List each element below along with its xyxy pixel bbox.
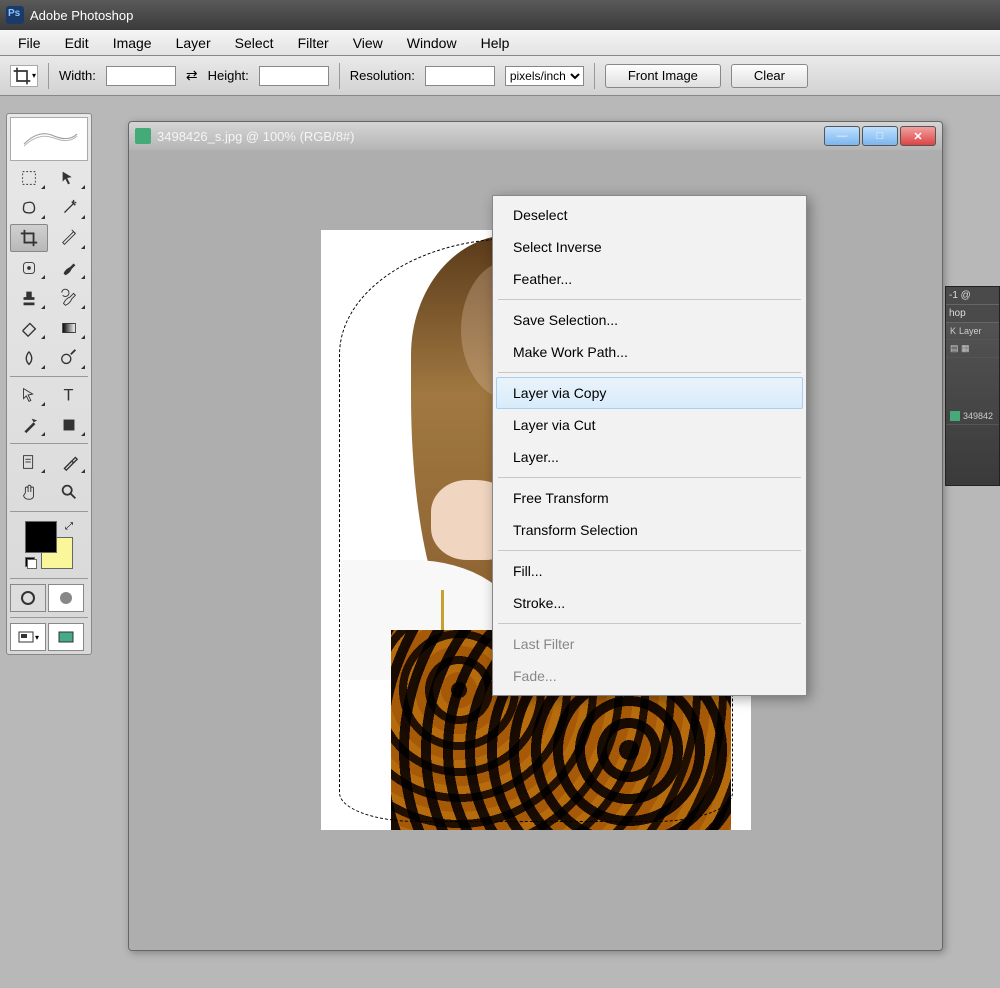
panel-icons[interactable]: ▤ ▦ xyxy=(946,340,999,358)
context-item-layer-via-copy[interactable]: Layer via Copy xyxy=(496,377,803,409)
default-colors-icon[interactable] xyxy=(25,557,37,569)
tool-panel: T ⤢ ▾ xyxy=(6,113,92,655)
context-item-layer[interactable]: Layer... xyxy=(496,441,803,473)
tool-dodge[interactable] xyxy=(50,344,88,372)
crop-tool-icon[interactable]: ▾ xyxy=(10,65,38,87)
tool-hand[interactable] xyxy=(10,478,48,506)
panel-tab[interactable]: -1 @ xyxy=(946,287,999,305)
context-item-fade: Fade... xyxy=(496,660,803,692)
context-menu: DeselectSelect InverseFeather... Save Sel… xyxy=(492,195,807,696)
swap-colors-icon[interactable]: ⤢ xyxy=(65,521,73,532)
resolution-input[interactable] xyxy=(425,66,495,86)
swap-dimensions-icon[interactable]: ⇄ xyxy=(186,67,198,84)
tool-healing[interactable] xyxy=(10,254,48,282)
imageready-button[interactable] xyxy=(48,623,84,651)
menu-separator xyxy=(498,299,801,300)
menu-select[interactable]: Select xyxy=(223,32,286,54)
tool-notes[interactable] xyxy=(10,448,48,476)
file-icon xyxy=(950,411,960,421)
divider xyxy=(10,578,88,579)
context-item-fill[interactable]: Fill... xyxy=(496,555,803,587)
quickmask-mode-button[interactable] xyxy=(48,584,84,612)
tool-brush[interactable] xyxy=(50,254,88,282)
standard-mode-button[interactable] xyxy=(10,584,46,612)
tool-type[interactable]: T xyxy=(50,381,88,409)
resolution-label: Resolution: xyxy=(350,68,415,83)
menu-view[interactable]: View xyxy=(341,32,395,54)
context-item-free-transform[interactable]: Free Transform xyxy=(496,482,803,514)
menu-separator xyxy=(498,477,801,478)
clear-button[interactable]: Clear xyxy=(731,64,808,88)
tool-magic-wand[interactable] xyxy=(50,194,88,222)
divider xyxy=(10,443,88,444)
menu-layer[interactable]: Layer xyxy=(164,32,223,54)
tool-history-brush[interactable] xyxy=(50,284,88,312)
svg-text:T: T xyxy=(64,386,74,404)
context-item-feather[interactable]: Feather... xyxy=(496,263,803,295)
app-titlebar: Adobe Photoshop xyxy=(0,0,1000,30)
separator xyxy=(594,63,595,89)
tool-move[interactable] xyxy=(50,164,88,192)
panel-file-row[interactable]: 349842 xyxy=(946,408,999,425)
menu-separator xyxy=(498,550,801,551)
panel-tab-row[interactable]: K Layer xyxy=(946,323,999,340)
tool-shape[interactable] xyxy=(50,411,88,439)
height-label: Height: xyxy=(208,68,249,83)
units-select[interactable]: pixels/inch xyxy=(505,66,584,86)
color-swatches[interactable]: ⤢ xyxy=(25,521,73,569)
context-item-make-work-path[interactable]: Make Work Path... xyxy=(496,336,803,368)
tool-path-select[interactable] xyxy=(10,381,48,409)
menu-bar: File Edit Image Layer Select Filter View… xyxy=(0,30,1000,56)
document-title: 3498426_s.jpg @ 100% (RGB/8#) xyxy=(157,129,354,144)
menu-separator xyxy=(498,372,801,373)
tool-marquee[interactable] xyxy=(10,164,48,192)
tool-zoom[interactable] xyxy=(50,478,88,506)
foreground-color-swatch[interactable] xyxy=(25,521,57,553)
divider xyxy=(10,511,88,512)
tool-blur[interactable] xyxy=(10,344,48,372)
tool-crop[interactable] xyxy=(10,224,48,252)
height-input[interactable] xyxy=(259,66,329,86)
context-item-deselect[interactable]: Deselect xyxy=(496,199,803,231)
tool-pen[interactable] xyxy=(10,411,48,439)
menu-edit[interactable]: Edit xyxy=(53,32,101,54)
close-button[interactable]: ✕ xyxy=(900,126,936,146)
tool-lasso[interactable] xyxy=(10,194,48,222)
context-item-transform-selection[interactable]: Transform Selection xyxy=(496,514,803,546)
app-title: Adobe Photoshop xyxy=(30,8,133,23)
menu-window[interactable]: Window xyxy=(395,32,469,54)
panel-tab[interactable]: hop xyxy=(946,305,999,323)
front-image-button[interactable]: Front Image xyxy=(605,64,721,88)
context-item-layer-via-cut[interactable]: Layer via Cut xyxy=(496,409,803,441)
tool-stamp[interactable] xyxy=(10,284,48,312)
document-icon xyxy=(135,128,151,144)
separator xyxy=(48,63,49,89)
menu-file[interactable]: File xyxy=(6,32,53,54)
menu-separator xyxy=(498,623,801,624)
tool-eraser[interactable] xyxy=(10,314,48,342)
screen-mode-button[interactable]: ▾ xyxy=(10,623,46,651)
tool-gradient[interactable] xyxy=(50,314,88,342)
context-item-stroke[interactable]: Stroke... xyxy=(496,587,803,619)
width-input[interactable] xyxy=(106,66,176,86)
separator xyxy=(339,63,340,89)
width-label: Width: xyxy=(59,68,96,83)
document-titlebar[interactable]: 3498426_s.jpg @ 100% (RGB/8#) — □ ✕ xyxy=(129,122,942,150)
context-item-last-filter: Last Filter xyxy=(496,628,803,660)
context-item-select-inverse[interactable]: Select Inverse xyxy=(496,231,803,263)
side-panels[interactable]: -1 @ hop K Layer ▤ ▦ 349842 xyxy=(945,286,1000,486)
menu-image[interactable]: Image xyxy=(101,32,164,54)
options-bar: ▾ Width: ⇄ Height: Resolution: pixels/in… xyxy=(0,56,1000,96)
divider xyxy=(10,376,88,377)
context-item-save-selection[interactable]: Save Selection... xyxy=(496,304,803,336)
maximize-button[interactable]: □ xyxy=(862,126,898,146)
brush-preview[interactable] xyxy=(10,117,88,161)
menu-help[interactable]: Help xyxy=(469,32,522,54)
app-logo-icon xyxy=(6,6,24,24)
tool-eyedropper[interactable] xyxy=(50,448,88,476)
divider xyxy=(10,617,88,618)
minimize-button[interactable]: — xyxy=(824,126,860,146)
menu-filter[interactable]: Filter xyxy=(286,32,341,54)
tool-slice[interactable] xyxy=(50,224,88,252)
